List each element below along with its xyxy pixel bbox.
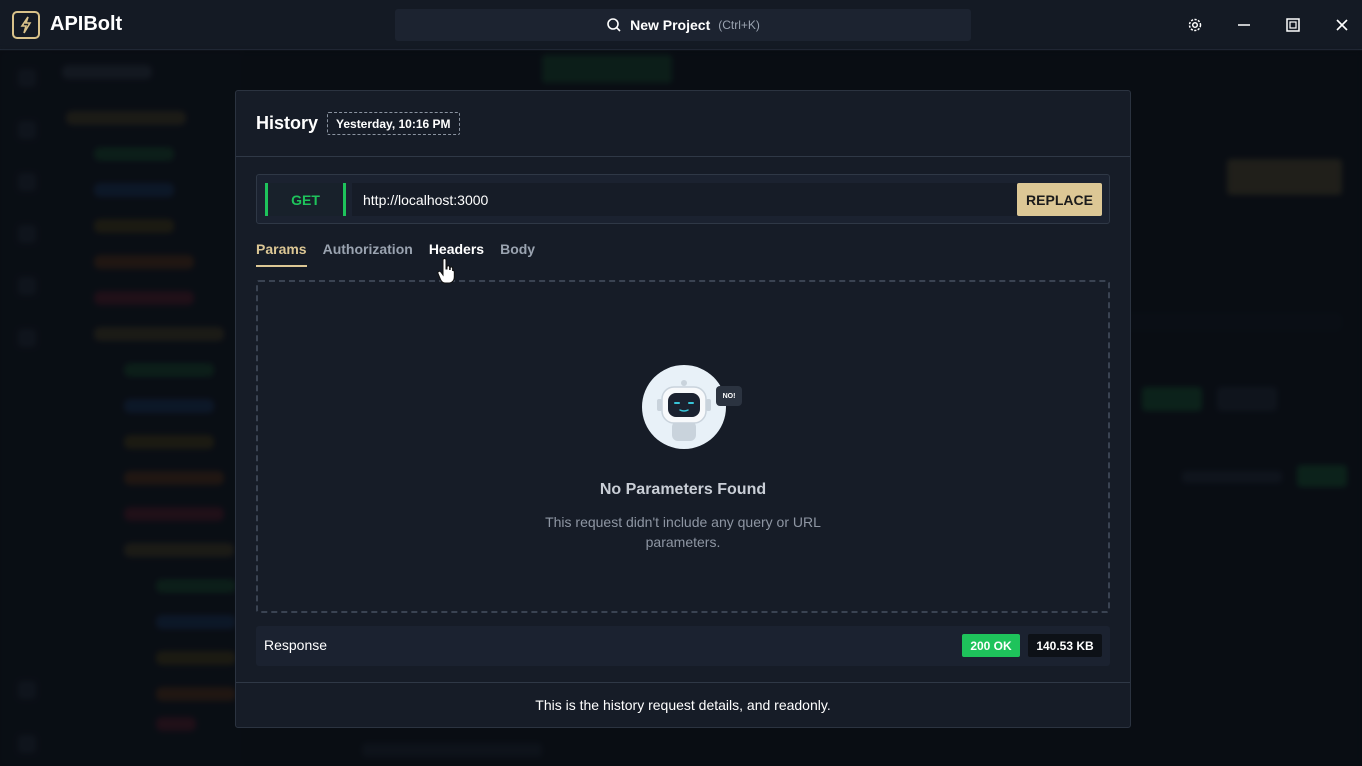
app-logo-icon (12, 11, 40, 39)
hand-cursor-icon (437, 258, 455, 284)
app-name: APIBolt (50, 13, 123, 35)
gear-icon (1188, 18, 1202, 32)
tab-authorization[interactable]: Authorization (323, 241, 413, 267)
request-tabs: Params Authorization Headers Body (256, 241, 535, 271)
minimize-button[interactable] (1232, 13, 1256, 37)
modal-header: History Yesterday, 10:16 PM (236, 91, 1130, 157)
project-search-bar[interactable]: New Project (Ctrl+K) (395, 9, 971, 41)
empty-state-description: This request didn't include any query or… (545, 514, 821, 550)
title-bar: APIBolt New Project (Ctrl+K) (0, 0, 1362, 50)
params-empty-state: NO! No Parameters Found This request did… (256, 280, 1110, 613)
minimize-icon (1238, 24, 1250, 26)
request-url: http://localhost:3000 (352, 183, 1017, 216)
history-modal: History Yesterday, 10:16 PM GET http://l… (235, 90, 1131, 728)
http-method-badge: GET (265, 183, 346, 216)
response-size-badge: 140.53 KB (1028, 634, 1102, 657)
status-badge: 200 OK (962, 634, 1020, 657)
search-shortcut: (Ctrl+K) (718, 18, 760, 32)
empty-state-title: No Parameters Found (599, 481, 767, 498)
robot-illustration-icon (642, 365, 726, 449)
modal-title: History (256, 113, 319, 133)
robot-speech-badge: NO! (716, 386, 742, 406)
modal-footer-note: This is the history request details, and… (236, 682, 1130, 727)
response-label: Response (264, 637, 328, 653)
history-timestamp: Yesterday, 10:16 PM (327, 112, 460, 135)
replace-button[interactable]: REPLACE (1017, 183, 1102, 216)
request-url-row: GET http://localhost:3000 REPLACE (256, 174, 1110, 224)
search-label: New Project (630, 17, 711, 33)
maximize-icon (1286, 18, 1300, 32)
tab-body[interactable]: Body (500, 241, 535, 267)
close-icon (1336, 19, 1348, 31)
search-icon (607, 18, 621, 32)
maximize-button[interactable] (1281, 13, 1305, 37)
close-button[interactable] (1330, 13, 1354, 37)
response-summary: Response 200 OK 140.53 KB (256, 626, 1110, 666)
settings-button[interactable] (1183, 13, 1207, 37)
tab-params[interactable]: Params (256, 241, 307, 267)
